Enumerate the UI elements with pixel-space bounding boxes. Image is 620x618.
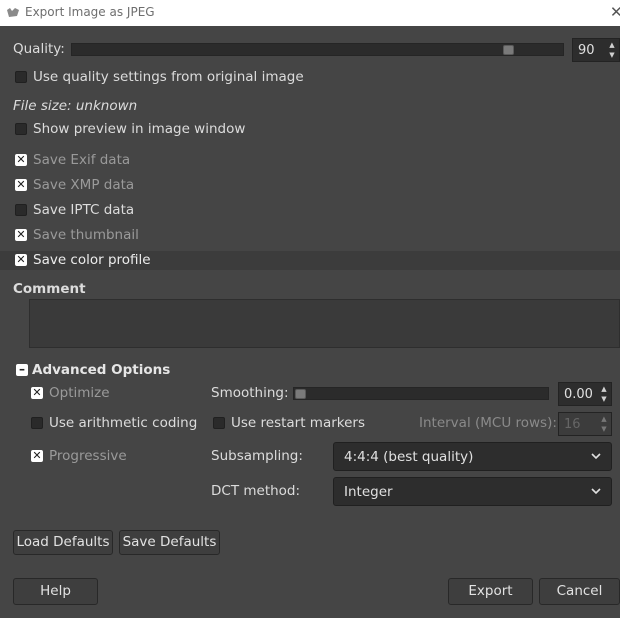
use-original-quality-checkbox[interactable] xyxy=(15,71,27,83)
quality-label: Quality: xyxy=(13,41,65,57)
optimize-label: Optimize xyxy=(49,385,110,401)
dct-method-label: DCT method: xyxy=(211,483,301,499)
save-xmp-label: Save XMP data xyxy=(33,177,135,193)
restart-markers-label: Use restart markers xyxy=(231,415,366,431)
spin-up-icon[interactable]: ▲ xyxy=(607,41,617,50)
save-defaults-button[interactable]: Save Defaults xyxy=(119,530,220,555)
subsampling-dropdown[interactable]: 4:4:4 (best quality) xyxy=(333,442,612,471)
load-defaults-button[interactable]: Load Defaults xyxy=(13,530,113,555)
window-title: Export Image as JPEG xyxy=(25,5,155,19)
save-exif-checkbox[interactable]: ✕ xyxy=(15,154,27,166)
export-button[interactable]: Export xyxy=(448,578,533,605)
subsampling-label: Subsampling: xyxy=(211,448,303,464)
arithmetic-coding-label: Use arithmetic coding xyxy=(49,415,198,431)
save-xmp-checkbox[interactable]: ✕ xyxy=(15,179,27,191)
spin-down-icon[interactable]: ▼ xyxy=(607,51,617,60)
smoothing-label: Smoothing: xyxy=(211,385,289,401)
title-bar: Export Image as JPEG ✕ xyxy=(0,0,620,26)
export-label: Export xyxy=(468,583,513,599)
smoothing-slider[interactable] xyxy=(293,387,549,400)
help-button[interactable]: Help xyxy=(13,578,98,605)
progressive-checkbox[interactable]: ✕ xyxy=(31,450,43,462)
spin-down-icon[interactable]: ▼ xyxy=(599,395,609,404)
chevron-down-icon xyxy=(591,488,601,495)
restart-markers-checkbox[interactable] xyxy=(213,417,225,429)
save-exif-label: Save Exif data xyxy=(33,152,131,168)
save-defaults-label: Save Defaults xyxy=(122,534,217,550)
quality-slider-handle[interactable] xyxy=(503,45,515,55)
cancel-label: Cancel xyxy=(556,583,603,599)
chevron-down-icon xyxy=(591,453,601,460)
interval-spinbox: 16 ▲ ▼ xyxy=(558,412,612,436)
interval-label: Interval (MCU rows): xyxy=(419,415,557,431)
quality-value: 90 xyxy=(578,43,595,58)
dct-method-dropdown[interactable]: Integer xyxy=(333,477,612,506)
file-size-text: File size: unknown xyxy=(13,98,138,114)
save-color-profile-label: Save color profile xyxy=(33,252,151,268)
save-iptc-label: Save IPTC data xyxy=(33,202,135,218)
save-color-profile-checkbox[interactable]: ✕ xyxy=(15,254,27,266)
gimp-app-icon xyxy=(7,8,19,17)
dct-method-value: Integer xyxy=(344,484,393,500)
smoothing-slider-handle[interactable] xyxy=(295,389,306,399)
interval-value: 16 xyxy=(564,417,581,432)
show-preview-checkbox[interactable] xyxy=(15,123,27,135)
comment-textarea[interactable] xyxy=(29,299,620,348)
spin-up-icon[interactable]: ▲ xyxy=(599,385,609,394)
cancel-button[interactable]: Cancel xyxy=(539,578,620,605)
spin-down-icon: ▼ xyxy=(601,425,607,433)
save-iptc-checkbox[interactable] xyxy=(15,204,27,216)
smoothing-value: 0.00 xyxy=(564,387,593,402)
close-icon[interactable]: ✕ xyxy=(610,3,620,21)
collapse-advanced-icon[interactable]: – xyxy=(16,363,28,376)
save-thumbnail-label: Save thumbnail xyxy=(33,227,139,243)
arithmetic-coding-checkbox[interactable] xyxy=(31,417,43,429)
use-original-quality-label: Use quality settings from original image xyxy=(33,69,304,85)
spin-up-icon: ▲ xyxy=(601,415,607,423)
save-thumbnail-checkbox[interactable]: ✕ xyxy=(15,229,27,241)
progressive-label: Progressive xyxy=(49,448,127,464)
help-label: Help xyxy=(40,583,71,599)
subsampling-value: 4:4:4 (best quality) xyxy=(344,449,474,465)
show-preview-label: Show preview in image window xyxy=(33,121,246,137)
quality-spinbox[interactable]: 90 ▲ ▼ xyxy=(572,38,620,62)
comment-label: Comment xyxy=(13,281,86,297)
load-defaults-label: Load Defaults xyxy=(16,534,110,550)
advanced-options-header[interactable]: Advanced Options xyxy=(32,362,170,378)
optimize-checkbox[interactable]: ✕ xyxy=(31,387,43,399)
quality-slider[interactable] xyxy=(71,43,564,56)
smoothing-spinbox[interactable]: 0.00 ▲ ▼ xyxy=(558,382,612,406)
